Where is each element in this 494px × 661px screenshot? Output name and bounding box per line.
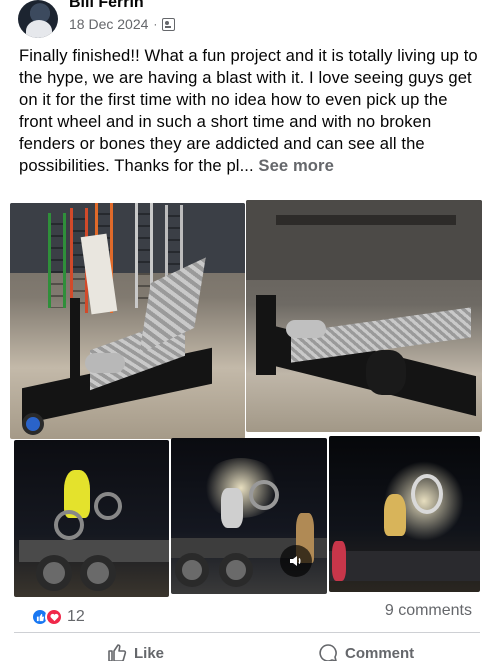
bike-wheel bbox=[411, 474, 443, 514]
post-meta: 18 Dec 2024 · bbox=[69, 16, 176, 32]
photo-3[interactable] bbox=[14, 440, 169, 597]
avatar[interactable] bbox=[18, 0, 58, 38]
post-body: Finally finished!! What a fun project an… bbox=[19, 46, 478, 175]
see-more-link[interactable]: See more bbox=[258, 156, 334, 175]
comment-bubble-icon bbox=[319, 644, 337, 661]
divider bbox=[14, 632, 480, 633]
photo-5[interactable] bbox=[329, 436, 480, 592]
trailer-tire-2 bbox=[219, 553, 253, 587]
workshop-wall bbox=[10, 203, 245, 273]
sound-toggle-button[interactable] bbox=[280, 545, 312, 577]
speaker-icon bbox=[290, 556, 301, 566]
reaction-summary[interactable]: 12 bbox=[31, 608, 85, 626]
post-text: Finally finished!! What a fun project an… bbox=[19, 45, 479, 177]
author-name[interactable]: Bill Ferrin bbox=[69, 0, 144, 12]
post-header: Bill Ferrin 18 Dec 2024 · bbox=[0, 0, 494, 40]
thumbs-up-icon bbox=[108, 644, 127, 661]
shelf bbox=[276, 215, 456, 225]
love-reaction-icon bbox=[45, 608, 63, 626]
like-label: Like bbox=[134, 644, 165, 661]
spectator bbox=[332, 541, 346, 581]
roller bbox=[85, 353, 125, 373]
meta-separator: · bbox=[153, 17, 158, 31]
post-date[interactable]: 18 Dec 2024 bbox=[69, 16, 148, 32]
rider bbox=[221, 488, 243, 528]
friends-icon[interactable] bbox=[162, 17, 176, 31]
trailer-tire bbox=[175, 553, 209, 587]
bike-wheel bbox=[54, 510, 84, 540]
bike-wheel bbox=[249, 480, 279, 510]
like-button[interactable]: Like bbox=[107, 643, 164, 661]
caster-wheel bbox=[22, 413, 44, 435]
photo-2[interactable] bbox=[246, 200, 482, 432]
air-bag bbox=[366, 350, 406, 395]
roller bbox=[286, 320, 326, 338]
trailer-tire-2 bbox=[80, 555, 116, 591]
shop-shelving bbox=[246, 200, 482, 280]
rider bbox=[384, 494, 406, 536]
reaction-count: 12 bbox=[67, 608, 85, 625]
comments-count[interactable]: 9 comments bbox=[385, 602, 472, 620]
bike-wheel-rear bbox=[94, 492, 122, 520]
trailer-tire bbox=[36, 555, 72, 591]
comment-button[interactable]: Comment bbox=[318, 643, 414, 661]
ladder-green bbox=[48, 213, 66, 308]
front-post bbox=[70, 298, 80, 383]
photo-1[interactable] bbox=[10, 203, 245, 439]
trailer-deck bbox=[329, 551, 480, 581]
comment-label: Comment bbox=[345, 644, 415, 661]
